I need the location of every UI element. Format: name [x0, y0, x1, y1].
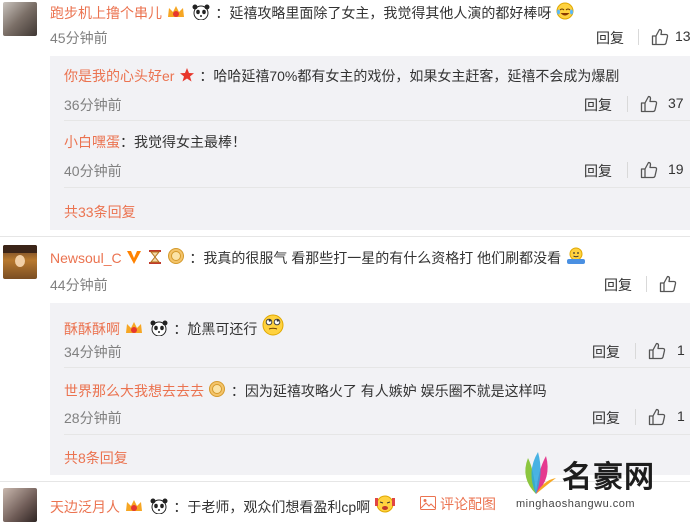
cheer-emoji-icon	[374, 495, 395, 513]
timestamp: 28分钟前	[64, 410, 122, 426]
comment-image-link[interactable]: 评论配图	[440, 494, 496, 514]
reply-text: ：尬黑可还行	[173, 321, 258, 337]
reply-button[interactable]: 回复	[584, 161, 612, 181]
comment-line: 跑步机上撸个串儿 ：延禧攻略里面除了女主，我觉得其他人演的都好棒呀	[50, 2, 574, 23]
medal-icon	[209, 381, 226, 397]
avatar[interactable]	[3, 245, 37, 279]
panda-icon	[192, 4, 210, 20]
thumbs-up-icon[interactable]	[640, 161, 658, 179]
like-count: 37	[668, 95, 684, 111]
like-count: 19	[668, 161, 684, 177]
crown-badge-icon	[168, 6, 185, 17]
timestamp: 34分钟前	[64, 344, 122, 360]
reply-button[interactable]: 回复	[584, 95, 612, 115]
reply-button[interactable]: 回复	[604, 275, 632, 295]
crown-badge-icon	[126, 500, 143, 511]
watermark-url: minghaoshangwu.com	[516, 498, 636, 510]
comment-text: ：延禧攻略里面除了女主，我觉得其他人演的都好棒呀	[215, 5, 552, 21]
reply-line: 你是我的心头好er ：哈哈延禧70%都有女主的戏份，如果女主赶客，延禧不会成为爆…	[64, 67, 619, 86]
vip-v-icon	[127, 251, 142, 264]
user-name[interactable]: 天边泛月人	[50, 499, 120, 515]
timestamp: 44分钟前	[50, 277, 108, 293]
reply-text: ：因为延禧攻略火了 有人嫉妒 娱乐圈不就是这样吗	[230, 383, 547, 399]
medal-icon	[167, 248, 184, 264]
divider	[0, 236, 690, 237]
user-name[interactable]: 跑步机上撸个串儿	[50, 5, 162, 21]
thumbs-up-icon[interactable]	[640, 95, 658, 113]
divider	[638, 29, 639, 45]
reply-line: 世界那么大我想去去去 ：因为延禧攻略火了 有人嫉妒 娱乐圈不就是这样吗	[64, 380, 547, 401]
avatar[interactable]	[3, 2, 37, 36]
divider	[64, 120, 690, 121]
divider	[64, 434, 690, 435]
user-name[interactable]: 你是我的心头好er	[64, 68, 174, 84]
timestamp: 45分钟前	[50, 30, 108, 46]
thumbs-up-icon[interactable]	[648, 408, 666, 426]
like-count: 1	[677, 408, 685, 424]
user-name[interactable]: 世界那么大我想去去去	[64, 383, 204, 399]
user-name[interactable]: Newsoul_C	[50, 250, 122, 266]
crown-badge-icon	[126, 322, 143, 333]
reply-line: 酥酥酥啊 ：尬黑可还行	[64, 314, 284, 339]
thumbs-up-icon[interactable]	[659, 275, 677, 293]
divider	[646, 276, 647, 292]
thumbs-up-icon[interactable]	[648, 342, 666, 360]
hourglass-icon	[148, 250, 161, 264]
timestamp: 36分钟前	[64, 97, 122, 113]
divider	[64, 367, 690, 368]
more-replies-link[interactable]: 共33条回复	[64, 202, 136, 222]
user-name[interactable]: 酥酥酥啊	[64, 321, 120, 337]
like-count: 1	[677, 342, 685, 358]
like-count: 13	[675, 28, 690, 44]
image-icon	[420, 496, 436, 510]
watermark-brand: 名豪网	[562, 461, 655, 494]
divider	[627, 96, 628, 112]
divider	[635, 409, 636, 425]
more-replies-link[interactable]: 共8条回复	[64, 448, 128, 468]
leaf-logo-icon	[525, 452, 556, 494]
reply-text: ：哈哈延禧70%都有女主的戏份，如果女主赶客，延禧不会成为爆剧	[199, 68, 620, 84]
comment-line: Newsoul_C ：我真的很服气 看那些打一星的有什么资格打 他们刷都没看	[50, 247, 586, 268]
comment-text: ：于老师，观众们想看盈利cp啊	[173, 499, 371, 515]
watermark: 名豪网 minghaoshangwu.com	[510, 446, 686, 516]
reply-button[interactable]: 回复	[592, 408, 620, 428]
laugh-cry-emoji-icon	[556, 2, 574, 20]
panda-icon	[150, 498, 168, 514]
timestamp: 40分钟前	[64, 163, 122, 179]
divider	[627, 162, 628, 178]
user-name[interactable]: 小白嘿蛋	[64, 134, 120, 150]
reply-button[interactable]: 回复	[592, 342, 620, 362]
eye-roll-emoji-icon	[262, 314, 284, 336]
shrug-emoji-icon	[566, 247, 585, 264]
divider	[64, 187, 690, 188]
divider	[635, 343, 636, 359]
reply-button[interactable]: 回复	[596, 28, 624, 48]
reply-text: ：我觉得女主最棒！	[120, 134, 246, 150]
star-badge-icon	[179, 68, 194, 82]
reply-line: 小白嘿蛋：我觉得女主最棒！	[64, 133, 246, 152]
comment-line: 天边泛月人 ：于老师，观众们想看盈利cp啊	[50, 494, 395, 517]
thumbs-up-icon[interactable]	[651, 28, 669, 46]
avatar[interactable]	[3, 488, 37, 522]
panda-icon	[150, 320, 168, 336]
comment-text: ：我真的很服气 看那些打一星的有什么资格打 他们刷都没看	[189, 250, 562, 266]
